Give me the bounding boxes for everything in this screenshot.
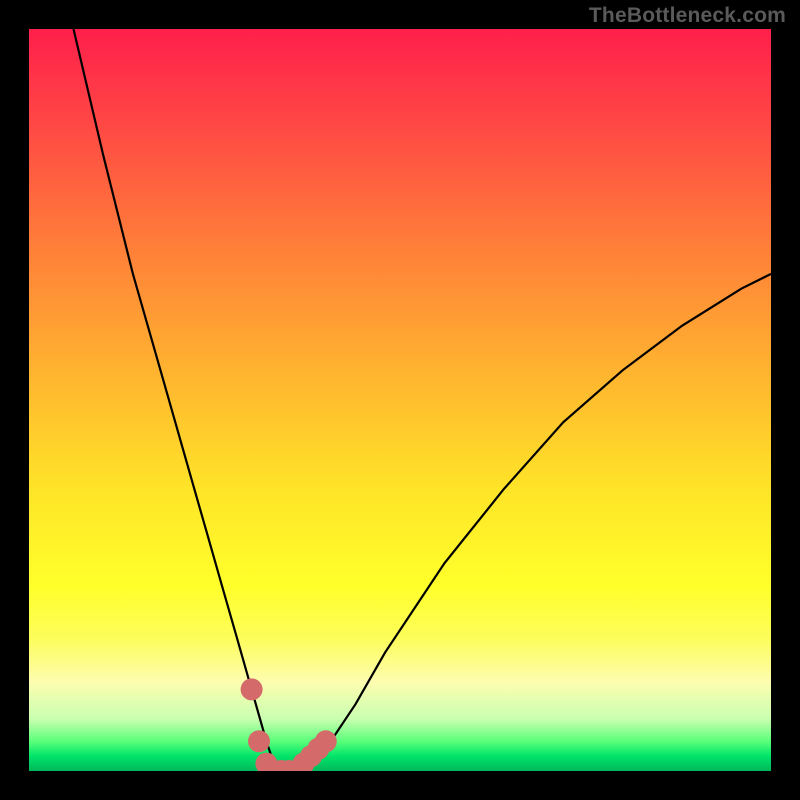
highlight-dot xyxy=(315,730,337,752)
bottleneck-curve-path xyxy=(74,29,772,771)
highlight-dots-group xyxy=(241,678,337,771)
watermark-text: TheBottleneck.com xyxy=(589,4,786,28)
highlight-dot xyxy=(248,730,270,752)
chart-svg xyxy=(29,29,771,771)
chart-plot-area xyxy=(29,29,771,771)
highlight-dot xyxy=(241,678,263,700)
